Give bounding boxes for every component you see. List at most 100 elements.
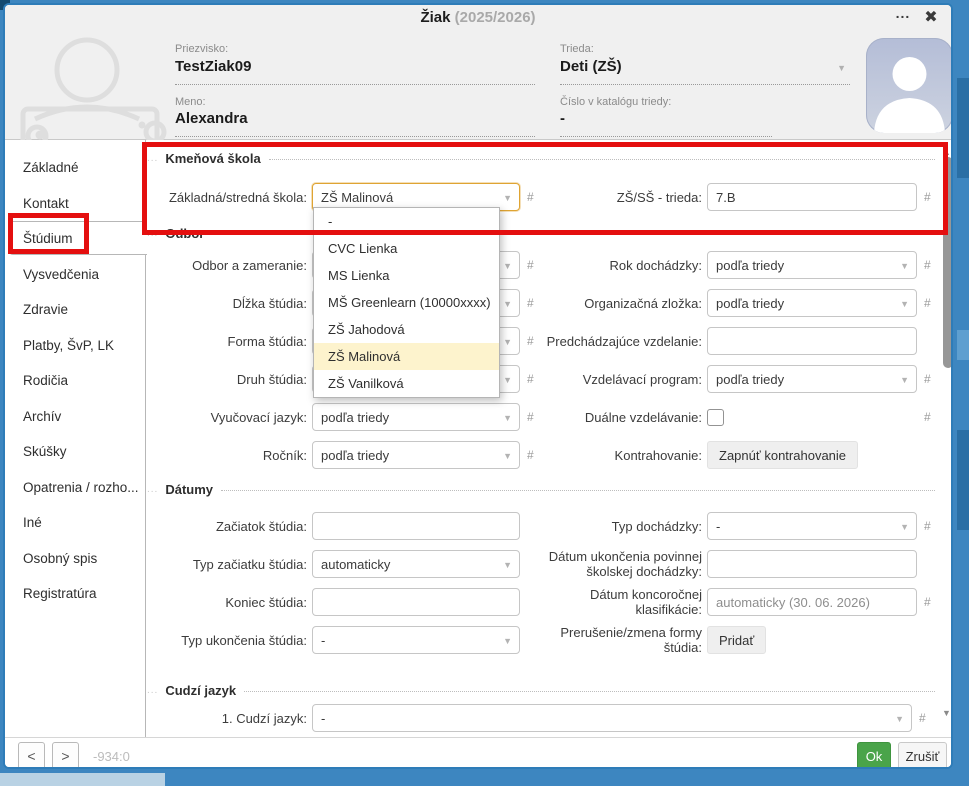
sidebar-item-zakladne[interactable]: Základné [5, 150, 146, 186]
chevron-down-icon: ▼ [503, 375, 512, 385]
priezvisko-value[interactable]: TestZiak09 [175, 58, 535, 85]
student-desk-watermark-icon [7, 37, 182, 140]
sidebar-item-osobny-spis[interactable]: Osobný spis [5, 541, 146, 577]
datum-ukoncenia-povinnej-input-value[interactable] [716, 557, 908, 572]
student-photo[interactable] [866, 38, 953, 133]
skola-dropdown-list: - CVC Lienka MS Lienka MŠ Greenlearn (10… [313, 207, 500, 398]
rocnik-select[interactable]: podľa triedy ▼ [312, 441, 520, 469]
hash-marker: # [924, 258, 931, 272]
scroll-down-icon[interactable]: ▼ [942, 708, 951, 718]
field-label: Dátum koncoročnej klasifikácie: [535, 588, 702, 616]
row-vyucovaci-jazyk: Vyučovací jazyk: podľa triedy ▼ # [147, 403, 534, 431]
organizacna-zlozka-select[interactable]: podľa triedy ▼ [707, 289, 917, 317]
koniec-studia-input[interactable] [312, 588, 520, 616]
predchadzajuce-vzdelanie-input-value[interactable] [716, 334, 908, 349]
dualne-vzdelavanie-checkbox[interactable] [707, 409, 724, 426]
row-datum-koncorocnej-klasifikacie: Dátum koncoročnej klasifikácie: automati… [535, 588, 931, 616]
sidebar-item-zdravie[interactable]: Zdravie [5, 292, 146, 328]
chevron-down-icon: ▼ [503, 636, 512, 646]
rok-dochadzky-select[interactable]: podľa triedy ▼ [707, 251, 917, 279]
chevron-down-icon: ▼ [900, 299, 909, 309]
dialog-footer [5, 737, 951, 767]
typ-dochadzky-select[interactable]: - ▼ [707, 512, 917, 540]
sidebar-item-opatrenia[interactable]: Opatrenia / rozho... [5, 470, 146, 506]
sidebar-item-studium[interactable]: Štúdium [5, 221, 146, 257]
next-record-button[interactable]: > [52, 742, 79, 769]
vyucovaci-jazyk-select[interactable]: podľa triedy ▼ [312, 403, 520, 431]
trieda-select[interactable]: Deti (ZŠ) ▼ [560, 58, 850, 85]
sidebar-item-rodicia[interactable]: Rodičia [5, 363, 146, 399]
koniec-studia-input-value[interactable] [321, 595, 511, 610]
sidebar-item-ine[interactable]: Iné [5, 505, 146, 541]
section-title: Kmeňová škola [165, 151, 260, 166]
input-value: automaticky (30. 06. 2026) [716, 595, 870, 610]
dropdown-option[interactable]: CVC Lienka [314, 235, 499, 262]
zaciatok-studia-input-value[interactable] [321, 519, 511, 534]
prev-record-button[interactable]: < [18, 742, 45, 769]
sidebar-item-vysvedcenia[interactable]: Vysvedčenia [5, 257, 146, 293]
scroll-up-icon[interactable]: ▲ [942, 147, 951, 157]
cislo-value[interactable]: - [560, 110, 772, 137]
dropdown-option[interactable]: MŠ Greenlearn (10000xxxx) [314, 289, 499, 316]
field-label: Základná/stredná škola: [147, 183, 307, 211]
sidebar-item-platby[interactable]: Platby, ŠvP, LK [5, 328, 146, 364]
dropdown-option[interactable]: ZŠ Vanilková [314, 370, 499, 397]
dropdown-option[interactable]: ZŠ Jahodová [314, 316, 499, 343]
close-icon[interactable]: ✖ [919, 5, 943, 28]
field-label: Typ začiatku štúdia: [147, 550, 307, 578]
datum-koncorocnej-klasifikacie-input[interactable]: automaticky (30. 06. 2026) [707, 588, 917, 616]
field-label: Vzdelávací program: [535, 365, 702, 393]
zs-ss-trieda-input-value[interactable] [716, 190, 908, 205]
row-typ-ukoncenia-studia: Typ ukončenia štúdia: - ▼ [147, 626, 520, 654]
hash-marker: # [924, 595, 931, 609]
dialog-title: Žiak (2025/2026) [5, 9, 951, 26]
field-label: Prerušenie/zmena formy štúdia: [535, 626, 702, 654]
row-datum-ukoncenia-povinnej: Dátum ukončenia povinnej školskej dochád… [535, 550, 917, 578]
section-cudzi-jazyk: ... Cudzí jazyk [147, 682, 935, 698]
section-odbor: ... Odbor [147, 225, 935, 241]
hash-marker: # [924, 190, 931, 204]
dropdown-option[interactable]: - [314, 208, 499, 235]
scrollbar-thumb[interactable] [943, 157, 953, 368]
sidebar-item-skusky[interactable]: Skúšky [5, 434, 146, 470]
cudzi-jazyk-select[interactable]: - ▼ [312, 704, 912, 732]
dropdown-option-highlighted[interactable]: ZŠ Malinová [314, 343, 499, 370]
section-title: Cudzí jazyk [165, 683, 236, 698]
chevron-down-icon: ▼ [503, 299, 512, 309]
section-rule [269, 159, 935, 160]
field-label: Dátum ukončenia povinnej školskej dochád… [535, 550, 702, 578]
predchadzajuce-vzdelanie-input[interactable] [707, 327, 917, 355]
cancel-button[interactable]: Zrušiť [898, 742, 947, 769]
typ-zaciatku-studia-select[interactable]: automaticky ▼ [312, 550, 520, 578]
sidebar-item-archiv[interactable]: Archív [5, 399, 146, 435]
select-value: podľa triedy [716, 258, 784, 273]
dropdown-option[interactable]: MS Lienka [314, 262, 499, 289]
person-silhouette-icon [866, 38, 953, 133]
hash-marker: # [924, 410, 931, 424]
vzdelavaci-program-select[interactable]: podľa triedy ▼ [707, 365, 917, 393]
window-menu-icon[interactable]: ... [891, 5, 915, 28]
row-typ-zaciatku-studia: Typ začiatku štúdia: automaticky ▼ [147, 550, 520, 578]
record-position-text: -934:0 [93, 749, 130, 764]
hash-marker: # [527, 334, 534, 348]
chevron-down-icon: ▼ [503, 261, 512, 271]
sidebar-item-kontakt[interactable]: Kontakt [5, 186, 146, 222]
zaciatok-studia-input[interactable] [312, 512, 520, 540]
section-handle-icon: ... [147, 484, 158, 495]
sidebar-item-registratura[interactable]: Registratúra [5, 576, 146, 612]
chevron-down-icon: ▼ [837, 63, 846, 73]
hash-marker: # [924, 372, 931, 386]
trieda-value: Deti (ZŠ) [560, 58, 622, 75]
datum-ukoncenia-povinnej-input[interactable] [707, 550, 917, 578]
row-koniec-studia: Koniec štúdia: [147, 588, 520, 616]
typ-ukoncenia-studia-select[interactable]: - ▼ [312, 626, 520, 654]
chevron-down-icon: ▼ [900, 375, 909, 385]
pridat-button[interactable]: Pridať [707, 626, 766, 654]
section-kmenova-skola: ... Kmeňová škola [147, 150, 935, 166]
hash-marker: # [527, 296, 534, 310]
chevron-down-icon: ▼ [900, 261, 909, 271]
ok-button[interactable]: Ok [857, 742, 891, 769]
zapnut-kontrahovanie-button[interactable]: Zapnúť kontrahovanie [707, 441, 858, 469]
meno-value[interactable]: Alexandra [175, 110, 535, 137]
zs-ss-trieda-input[interactable] [707, 183, 917, 211]
